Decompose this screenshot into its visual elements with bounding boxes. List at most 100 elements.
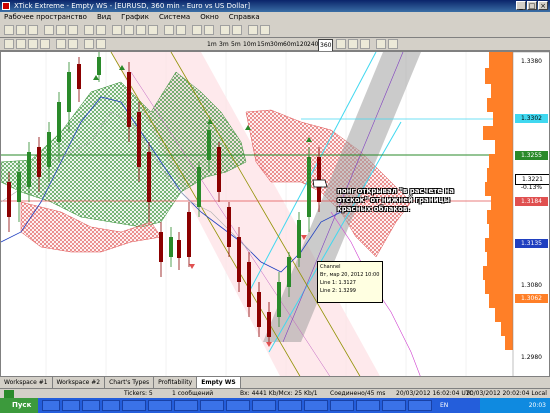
app-icon bbox=[2, 2, 10, 10]
draw-pitchfork-icon[interactable] bbox=[84, 39, 94, 49]
connection-icon bbox=[4, 390, 14, 398]
price-change: -0.13% bbox=[520, 184, 543, 191]
taskbar-app-13[interactable] bbox=[330, 400, 354, 411]
crosshair-icon[interactable] bbox=[112, 25, 122, 35]
windows-taskbar: Пуск EN 20:03 bbox=[0, 398, 550, 413]
timeframe-5m[interactable]: 5m bbox=[230, 39, 242, 50]
annotation-marker bbox=[312, 179, 328, 188]
taskbar-app-6[interactable] bbox=[148, 400, 172, 411]
timeframe-3m[interactable]: 3m bbox=[218, 39, 230, 50]
tab-workspace-1[interactable]: Workspace #1 bbox=[0, 377, 53, 388]
tooltip-title: Channel bbox=[320, 264, 341, 270]
price-tick: 1.2980 bbox=[521, 354, 542, 361]
menu-view[interactable]: Вид bbox=[97, 12, 111, 23]
taskbar-app-1[interactable] bbox=[42, 400, 60, 411]
price-tick-green: 1.3255 bbox=[515, 151, 548, 160]
taskbar-clock: 20:03 bbox=[528, 402, 546, 409]
price-tick-orange: 1.3062 bbox=[515, 294, 548, 303]
arrow-tool-icon[interactable] bbox=[176, 25, 186, 35]
bar-chart-icon[interactable] bbox=[44, 25, 54, 35]
price-tick-cyan: 1.3302 bbox=[515, 114, 548, 123]
menu-help[interactable]: Справка bbox=[229, 12, 260, 23]
taskbar-app-5[interactable] bbox=[122, 400, 146, 411]
indicators-icon[interactable] bbox=[192, 25, 202, 35]
order-icon[interactable] bbox=[220, 25, 230, 35]
price-axis bbox=[512, 52, 549, 376]
chart-canvas bbox=[1, 52, 549, 376]
templates-icon[interactable] bbox=[204, 25, 214, 35]
taskbar-app-4[interactable] bbox=[102, 400, 120, 411]
text-tool-icon[interactable] bbox=[164, 25, 174, 35]
print-icon[interactable] bbox=[248, 25, 258, 35]
maximize-button[interactable]: □ bbox=[527, 1, 537, 10]
status-bar: Tickers: 5 1 сообщений Bx: 4441 Kb/Mcx: … bbox=[0, 388, 550, 398]
price-tick: 1.3080 bbox=[521, 282, 542, 289]
minimize-button[interactable]: _ bbox=[516, 1, 526, 10]
price-tick-blue: 1.3135 bbox=[515, 239, 548, 248]
menu-bar: Рабочее пространство Вид График Система … bbox=[0, 12, 550, 23]
window-title: XTick Extreme - Empty WS - [EURUSD, 360 … bbox=[14, 2, 251, 10]
workspace-tabs: Workspace #1 Workspace #2 Chart's Types … bbox=[0, 377, 550, 388]
channel-tooltip: Channel Вт, мар 20, 2012 10:00 Line 1: 1… bbox=[317, 261, 383, 303]
taskbar-app-3[interactable] bbox=[82, 400, 100, 411]
settings-icon[interactable] bbox=[260, 25, 270, 35]
timeframe-week-icon[interactable] bbox=[348, 39, 358, 49]
tab-charts-types[interactable]: Chart's Types bbox=[105, 377, 155, 388]
draw-vline-icon[interactable] bbox=[40, 39, 50, 49]
window-title-bar: XTick Extreme - Empty WS - [EURUSD, 360 … bbox=[0, 0, 550, 12]
channel-icon[interactable] bbox=[136, 25, 146, 35]
taskbar-app-11[interactable] bbox=[278, 400, 302, 411]
close-button[interactable]: × bbox=[538, 1, 548, 10]
start-button[interactable]: Пуск bbox=[0, 398, 38, 413]
draw-cursor-icon[interactable] bbox=[4, 39, 14, 49]
taskbar-app-7[interactable] bbox=[174, 400, 198, 411]
draw-line-icon[interactable] bbox=[16, 39, 26, 49]
timeframe-day-icon[interactable] bbox=[336, 39, 346, 49]
zoom-in-icon[interactable] bbox=[84, 25, 94, 35]
candle-chart-icon[interactable] bbox=[56, 25, 66, 35]
tab-profitability[interactable]: Profitability bbox=[154, 377, 198, 388]
timeframe-toolbar: 1m 3m 5m 10m 15m 30m 60m 120 240 360 bbox=[0, 38, 550, 52]
language-indicator[interactable]: EN bbox=[440, 398, 448, 413]
main-toolbar bbox=[0, 23, 550, 38]
fibonacci-icon[interactable] bbox=[148, 25, 158, 35]
taskbar-app-10[interactable] bbox=[252, 400, 276, 411]
new-chart-icon[interactable] bbox=[4, 25, 14, 35]
price-tick: 1.3380 bbox=[521, 58, 542, 65]
tab-empty-ws[interactable]: Empty WS bbox=[197, 377, 241, 388]
timeframe-1m[interactable]: 1m bbox=[206, 39, 218, 50]
menu-window[interactable]: Окно bbox=[200, 12, 219, 23]
zoom-out-icon[interactable] bbox=[96, 25, 106, 35]
taskbar-app-12[interactable] bbox=[304, 400, 328, 411]
taskbar-app-9[interactable] bbox=[226, 400, 250, 411]
line-chart-icon[interactable] bbox=[68, 25, 78, 35]
save-icon[interactable] bbox=[28, 25, 38, 35]
chart-shift-icon[interactable] bbox=[388, 39, 398, 49]
taskbar-app-15[interactable] bbox=[382, 400, 406, 411]
chart-annotation-text: понг открывал "в расчете на отскок" от н… bbox=[337, 187, 455, 213]
alert-icon[interactable] bbox=[232, 25, 242, 35]
price-chart[interactable]: 1.3380 1.3302 1.3255 1.3221 -0.13% 1.318… bbox=[0, 51, 550, 377]
menu-chart[interactable]: График bbox=[121, 12, 149, 23]
tooltip-line2: Line 2: 1.3299 bbox=[320, 288, 356, 294]
draw-ellipse-icon[interactable] bbox=[68, 39, 78, 49]
tab-workspace-2[interactable]: Workspace #2 bbox=[53, 377, 106, 388]
autoscroll-icon[interactable] bbox=[376, 39, 386, 49]
timeframe-month-icon[interactable] bbox=[360, 39, 370, 49]
tooltip-date: Вт, мар 20, 2012 10:00 bbox=[320, 272, 380, 278]
draw-rect-icon[interactable] bbox=[56, 39, 66, 49]
menu-system[interactable]: Система bbox=[159, 12, 190, 23]
trendline-icon[interactable] bbox=[124, 25, 134, 35]
menu-workspace[interactable]: Рабочее пространство bbox=[4, 12, 87, 23]
tooltip-line1: Line 1: 1.3127 bbox=[320, 280, 356, 286]
draw-hline-icon[interactable] bbox=[28, 39, 38, 49]
taskbar-app-14[interactable] bbox=[356, 400, 380, 411]
draw-gann-icon[interactable] bbox=[96, 39, 106, 49]
window-controls: _ □ × bbox=[516, 1, 548, 10]
price-tick-red: 1.3184 bbox=[515, 197, 548, 206]
taskbar-app-16[interactable] bbox=[408, 400, 432, 411]
open-icon[interactable] bbox=[16, 25, 26, 35]
taskbar-app-2[interactable] bbox=[62, 400, 80, 411]
taskbar-app-8[interactable] bbox=[200, 400, 224, 411]
system-tray: 20:03 bbox=[480, 398, 550, 413]
